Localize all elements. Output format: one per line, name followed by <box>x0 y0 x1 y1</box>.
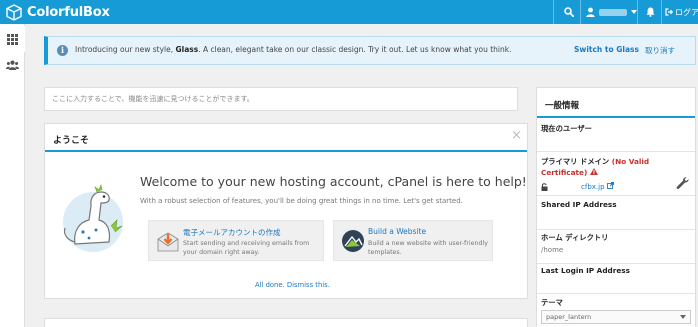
general-info-panel: 一般情報 現在のユーザー プライマリ ドメイン (No Valid Certif… <box>536 87 696 327</box>
panel-header: ようこそ × <box>45 124 527 152</box>
info-icon: i <box>57 45 68 56</box>
panel-title: ようこそ <box>53 136 90 146</box>
divider <box>661 0 662 24</box>
last-login-label: Last Login IP Address <box>541 266 630 275</box>
wrench-icon[interactable] <box>676 176 690 190</box>
divider <box>580 0 581 24</box>
card-description: Build a new website with user-friendly te… <box>368 240 488 256</box>
website-builder-icon <box>342 230 364 252</box>
top-bar: ColorfulBox ログアウ <box>0 0 698 24</box>
shared-ip-label: Shared IP Address <box>541 200 617 209</box>
logout-link[interactable]: ログアウ <box>665 4 698 20</box>
build-website-card[interactable]: Build a Website Build a new website with… <box>333 220 493 261</box>
grid-icon <box>7 33 18 45</box>
home-directory-value: /home <box>541 246 564 254</box>
theme-label: テーマ <box>541 298 563 307</box>
welcome-subheading: With a robust selection of features, you… <box>140 197 463 205</box>
warning-icon <box>589 168 598 175</box>
sidebar-item-tools[interactable] <box>0 26 25 52</box>
user-menu[interactable] <box>586 4 637 20</box>
primary-domain-label: プライマリ ドメイン (No Valid Certificate) <box>541 157 650 177</box>
users-icon <box>6 60 19 70</box>
bell-icon[interactable] <box>644 4 656 20</box>
home-directory-row: ホーム ディレクトリ /home <box>537 230 695 264</box>
card-description: Start sending and receiving emails from y… <box>183 240 310 256</box>
create-email-card[interactable]: 電子メールアカウントの作成 Start sending and receivin… <box>148 220 324 261</box>
current-user-row: 現在のユーザー <box>537 118 695 152</box>
welcome-panel: ようこそ × Welcome to your new hosting accou… <box>44 123 528 299</box>
divider <box>553 0 554 24</box>
search-icon[interactable] <box>562 4 576 20</box>
logout-label: ログアウ <box>675 7 698 17</box>
external-link-icon <box>606 182 614 189</box>
unlock-icon <box>541 183 548 191</box>
primary-domain-row: プライマリ ドメイン (No Valid Certificate) cfbx.j… <box>537 152 695 196</box>
username-redacted <box>599 8 627 16</box>
home-directory-label: ホーム ディレクトリ <box>541 233 609 242</box>
brand-name: ColorfulBox <box>27 4 110 20</box>
theme-select[interactable]: paper_lantern <box>541 310 691 324</box>
welcome-heading: Welcome to your new hosting account, cPa… <box>140 174 527 189</box>
brand[interactable]: ColorfulBox <box>6 3 110 21</box>
current-user-label: 現在のユーザー <box>541 124 592 133</box>
caret-down-icon <box>680 315 686 319</box>
shared-ip-row: Shared IP Address <box>537 196 695 230</box>
banner-text: Introducing our new style, Glass. A clea… <box>75 45 512 54</box>
sign-out-icon <box>665 8 673 16</box>
card-title: 電子メールアカウントの作成 <box>183 228 281 237</box>
close-icon[interactable]: × <box>511 129 522 143</box>
switch-to-glass-link[interactable]: Switch to Glass <box>574 45 639 54</box>
envelope-download-icon <box>157 232 179 252</box>
sidebar <box>0 24 25 327</box>
sidebar-item-users[interactable] <box>0 52 25 78</box>
cancel-link[interactable]: 取り消す <box>645 45 675 56</box>
info-header: 一般情報 <box>537 88 695 118</box>
user-icon <box>586 7 595 17</box>
dinosaur-mascot-icon <box>63 183 123 252</box>
last-login-row: Last Login IP Address <box>537 264 695 294</box>
card-title: Build a Website <box>368 227 427 236</box>
divider <box>637 0 638 24</box>
glass-theme-banner: i Introducing our new style, Glass. A cl… <box>44 36 696 65</box>
next-panel <box>44 318 528 327</box>
dismiss-link[interactable]: All done. Dismiss this. <box>255 281 330 289</box>
primary-domain-link[interactable]: cfbx.jp <box>581 182 614 191</box>
info-title: 一般情報 <box>545 101 580 111</box>
box-logo-icon <box>6 3 22 21</box>
quick-find-input[interactable] <box>44 87 518 111</box>
